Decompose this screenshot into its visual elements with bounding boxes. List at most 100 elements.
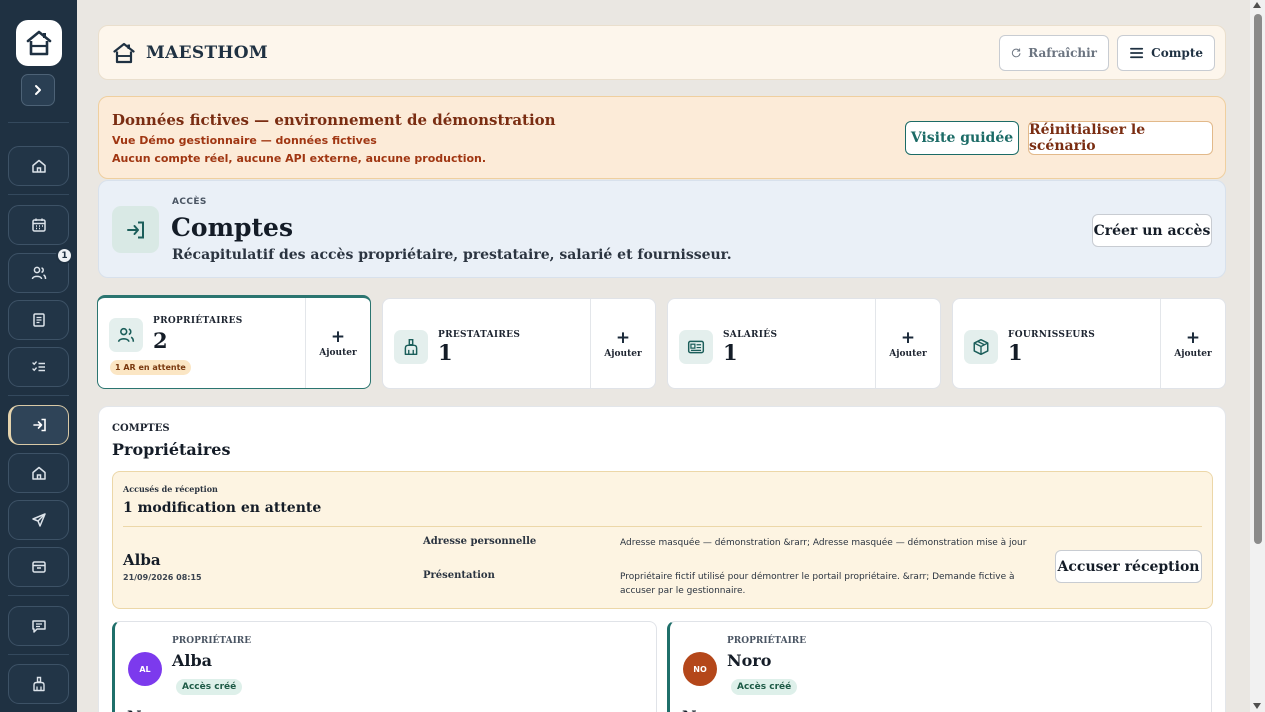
menu-icon (1130, 47, 1144, 59)
owner-more-text: N (682, 707, 697, 712)
inbox-icon (31, 561, 46, 573)
stat-icon-box (679, 330, 713, 364)
refresh-label: Rafraîchir (1028, 46, 1097, 60)
chevron-right-icon (35, 85, 41, 95)
acknowledge-button[interactable]: Accuser réception (1055, 550, 1202, 583)
owner-card[interactable]: NO PROPRIÉTAIRE Noro Accès créé N (667, 621, 1212, 712)
calendar-icon (31, 218, 46, 232)
ack-date: 21/09/2026 08:15 (123, 573, 202, 582)
plus-icon: + (615, 327, 631, 348)
sidebar-item-access[interactable] (8, 405, 69, 445)
page-title: Comptes (171, 213, 294, 242)
hero-icon-box (112, 206, 159, 253)
page-scrollbar[interactable] (1250, 0, 1265, 712)
id-card-icon (687, 340, 705, 354)
scroll-down-arrow[interactable] (1253, 703, 1261, 709)
app-logo-button[interactable] (16, 20, 62, 66)
brand[interactable]: MAESTHOM (112, 41, 268, 65)
demo-banner: Données fictives — environnement de démo… (98, 96, 1226, 179)
scroll-up-arrow[interactable] (1253, 2, 1261, 8)
owner-name: Noro (727, 651, 772, 670)
stat-card-owners[interactable]: PROPRIÉTAIRES 2 1 AR en attente + Ajoute… (97, 295, 371, 389)
sidebar-item-messages[interactable] (8, 606, 69, 646)
refresh-button[interactable]: Rafraîchir (999, 35, 1109, 71)
package-icon (973, 338, 989, 356)
add-employee-button[interactable]: + Ajouter (875, 299, 940, 388)
sidebar-item-home[interactable] (8, 146, 69, 186)
home-icon (31, 159, 46, 173)
page-hero: ACCÈS Comptes Récapitulatif des accès pr… (98, 180, 1226, 278)
house-icon (31, 466, 46, 480)
sidebar-item-send[interactable] (8, 500, 69, 540)
ack-change-text: Adresse masquée — démonstration &rarr; A… (620, 538, 1027, 548)
add-provider-button[interactable]: + Ajouter (590, 299, 655, 388)
sidebar-item-cleaning[interactable] (8, 664, 69, 704)
login-icon (126, 221, 144, 238)
guided-tour-button[interactable]: Visite guidée (905, 121, 1019, 155)
sidebar-expand-button[interactable] (21, 74, 55, 106)
house-logo-icon (113, 42, 135, 64)
section-title: Propriétaires (112, 440, 231, 459)
add-supplier-button[interactable]: + Ajouter (1160, 299, 1225, 388)
stat-icon-box (109, 318, 143, 352)
sidebar-item-calendar[interactable] (8, 205, 69, 245)
avatar: AL (128, 652, 162, 686)
reset-scenario-button[interactable]: Réinitialiser le scénario (1028, 121, 1213, 155)
stat-card-providers[interactable]: PRESTATAIRES 1 + Ajouter (382, 298, 656, 389)
owner-kicker: PROPRIÉTAIRE (172, 636, 252, 646)
stat-label: FOURNISSEURS (1008, 330, 1096, 340)
page-subtitle: Récapitulatif des accès propriétaire, pr… (172, 247, 732, 263)
sidebar-item-inbox[interactable] (8, 547, 69, 587)
stat-value: 1 (1008, 340, 1023, 365)
plus-icon: + (900, 327, 916, 348)
stat-card-employees[interactable]: SALARIÉS 1 + Ajouter (667, 298, 941, 389)
status-badge: Accès créé (731, 679, 798, 695)
broom-icon (32, 676, 45, 692)
send-icon (31, 513, 46, 527)
refresh-icon (1011, 48, 1021, 58)
divider (123, 526, 1202, 527)
stat-icon-box (964, 330, 998, 364)
house-logo-icon (26, 30, 52, 56)
sidebar-item-properties[interactable] (8, 453, 69, 493)
page-kicker: ACCÈS (172, 197, 207, 207)
sidebar-item-users[interactable]: 1 (8, 247, 73, 293)
stat-value: 1 (438, 340, 453, 365)
owner-more-text: N (127, 707, 142, 712)
login-icon (32, 418, 46, 432)
pending-ack-badge: 1 AR en attente (110, 360, 191, 375)
scroll-thumb[interactable] (1254, 14, 1262, 544)
stat-card-suppliers[interactable]: FOURNISSEURS 1 + Ajouter (952, 298, 1226, 389)
message-icon (31, 620, 46, 633)
sidebar-item-documents[interactable] (8, 300, 69, 340)
checklist-icon (31, 361, 45, 372)
ack-field-label: Présentation (423, 570, 495, 581)
add-owner-button[interactable]: + Ajouter (305, 298, 370, 388)
demo-line-2: Aucun compte réel, aucune API externe, a… (112, 152, 487, 165)
stat-value: 1 (723, 340, 738, 365)
stat-icon-box (394, 330, 428, 364)
ack-kicker: Accusés de réception (123, 484, 218, 494)
stat-label: SALARIÉS (723, 330, 778, 340)
sidebar-separator (8, 122, 69, 123)
sidebar: 1 (0, 0, 77, 712)
create-access-button[interactable]: Créer un accès (1092, 214, 1212, 247)
ack-owner-name: Alba (123, 551, 161, 569)
owner-name: Alba (172, 651, 213, 670)
sidebar-separator (8, 595, 69, 596)
sidebar-separator (8, 194, 69, 195)
add-label: Ajouter (319, 348, 357, 358)
account-menu-button[interactable]: Compte (1117, 35, 1215, 71)
brand-name: MAESTHOM (146, 43, 268, 63)
document-icon (32, 313, 45, 327)
accounts-section: COMPTES Propriétaires Accusés de récepti… (98, 406, 1226, 712)
ack-change-text: Propriétaire fictif utilisé pour démontr… (620, 572, 1015, 596)
stat-value: 2 (153, 328, 168, 353)
users-notification-badge: 1 (56, 247, 73, 264)
owner-card[interactable]: AL PROPRIÉTAIRE Alba Accès créé N (112, 621, 657, 712)
sidebar-item-tasks[interactable] (8, 347, 69, 387)
owner-kicker: PROPRIÉTAIRE (727, 636, 807, 646)
demo-title: Données fictives — environnement de démo… (112, 111, 556, 129)
add-label: Ajouter (604, 348, 642, 359)
add-label: Ajouter (889, 348, 927, 359)
